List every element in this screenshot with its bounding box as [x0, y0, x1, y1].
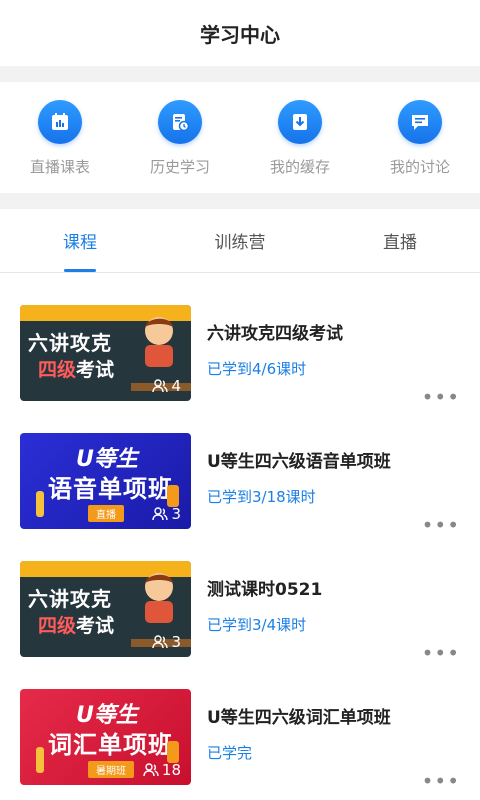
chat-bubble-icon — [398, 100, 442, 144]
history-document-icon — [158, 100, 202, 144]
page-title: 学习中心 — [200, 22, 280, 47]
thumbnail-text: 六讲攻克 — [28, 587, 112, 611]
quick-action-label: 历史学习 — [149, 158, 210, 176]
tab-active-indicator — [64, 269, 96, 272]
course-progress: 已学到3/18课时 — [207, 488, 316, 506]
more-options-icon[interactable]: ••• — [422, 513, 460, 537]
student-illustration — [145, 573, 173, 623]
thumbnail-text: 六讲攻克 — [28, 331, 112, 355]
course-info: 六讲攻克四级考试 已学到4/6课时 — [207, 305, 460, 433]
student-count: 4 — [152, 377, 181, 395]
download-icon — [278, 100, 322, 144]
more-options-icon[interactable]: ••• — [422, 769, 460, 793]
thumbnail-headline: 语音单项班 — [48, 475, 173, 503]
section-divider — [0, 193, 480, 209]
section-divider — [0, 66, 480, 82]
student-count: 18 — [143, 761, 181, 779]
people-icon — [152, 507, 169, 521]
quick-action-downloads[interactable]: 我的缓存 — [250, 100, 350, 177]
student-count: 3 — [152, 505, 181, 523]
course-list: 六讲攻克 四级考试 4 六讲攻克四级考试 已学到4/6课时 ••• U等生 语音… — [0, 273, 480, 800]
course-info: U等生四六级语音单项班 已学到3/18课时 — [207, 433, 460, 561]
quick-action-label: 我的缓存 — [269, 158, 330, 176]
course-progress: 已学完 — [207, 744, 253, 762]
course-item[interactable]: U等生 词汇单项班 暑期班 18 U等生四六级词汇单项班 已学完 ••• — [0, 689, 480, 800]
course-thumbnail: 六讲攻克 四级考试 4 — [20, 305, 191, 401]
thumbnail-headline: 词汇单项班 — [48, 731, 173, 759]
course-thumbnail: U等生 语音单项班 直播 3 — [20, 433, 191, 529]
course-title: U等生四六级语音单项班 — [207, 452, 391, 472]
quick-action-history[interactable]: 历史学习 — [130, 100, 230, 177]
tab-label: 训练营 — [214, 233, 266, 253]
course-title: 六讲攻克四级考试 — [207, 324, 343, 344]
course-progress: 已学到4/6课时 — [207, 360, 307, 378]
app-header: 学习中心 — [0, 0, 480, 66]
more-options-icon[interactable]: ••• — [422, 385, 460, 409]
quick-action-label: 我的讨论 — [389, 158, 450, 176]
course-item[interactable]: 六讲攻克 四级考试 4 六讲攻克四级考试 已学到4/6课时 ••• — [0, 305, 480, 433]
tab-training-camp[interactable]: 训练营 — [160, 209, 320, 272]
course-thumbnail: 六讲攻克 四级考试 3 — [20, 561, 191, 657]
people-icon — [143, 763, 159, 777]
student-count: 3 — [152, 633, 181, 651]
course-title: U等生四六级词汇单项班 — [207, 708, 391, 728]
student-illustration — [145, 317, 173, 367]
course-item[interactable]: 六讲攻克 四级考试 3 测试课时0521 已学到3/4课时 ••• — [0, 561, 480, 689]
course-info: 测试课时0521 已学到3/4课时 — [207, 561, 460, 689]
figure-illustration — [167, 485, 179, 507]
figure-illustration — [167, 741, 179, 763]
quick-action-discussions[interactable]: 我的讨论 — [370, 100, 470, 177]
people-icon — [152, 379, 169, 393]
quick-action-label: 直播课表 — [29, 158, 90, 176]
tab-label: 直播 — [383, 233, 417, 253]
calendar-chart-icon — [38, 100, 82, 144]
thumbnail-tag: 直播 — [88, 505, 124, 522]
course-item[interactable]: U等生 语音单项班 直播 3 U等生四六级语音单项班 已学到3/18课时 ••• — [0, 433, 480, 561]
figure-illustration — [36, 491, 44, 517]
quick-actions: 直播课表 历史学习 我的缓存 我的讨论 — [0, 82, 480, 193]
tab-courses[interactable]: 课程 — [0, 209, 160, 272]
tab-live[interactable]: 直播 — [320, 209, 480, 272]
figure-illustration — [36, 747, 44, 773]
thumbnail-text: 四级考试 — [38, 359, 115, 381]
people-icon — [152, 635, 169, 649]
course-progress: 已学到3/4课时 — [207, 616, 307, 634]
thumbnail-text: 四级考试 — [38, 615, 115, 637]
course-thumbnail: U等生 词汇单项班 暑期班 18 — [20, 689, 191, 785]
tab-label: 课程 — [63, 233, 97, 253]
thumbnail-tag: 暑期班 — [88, 761, 134, 778]
more-options-icon[interactable]: ••• — [422, 641, 460, 665]
course-title: 测试课时0521 — [207, 580, 323, 600]
quick-action-live-schedule[interactable]: 直播课表 — [10, 100, 110, 177]
tab-bar: 课程 训练营 直播 — [0, 209, 480, 273]
